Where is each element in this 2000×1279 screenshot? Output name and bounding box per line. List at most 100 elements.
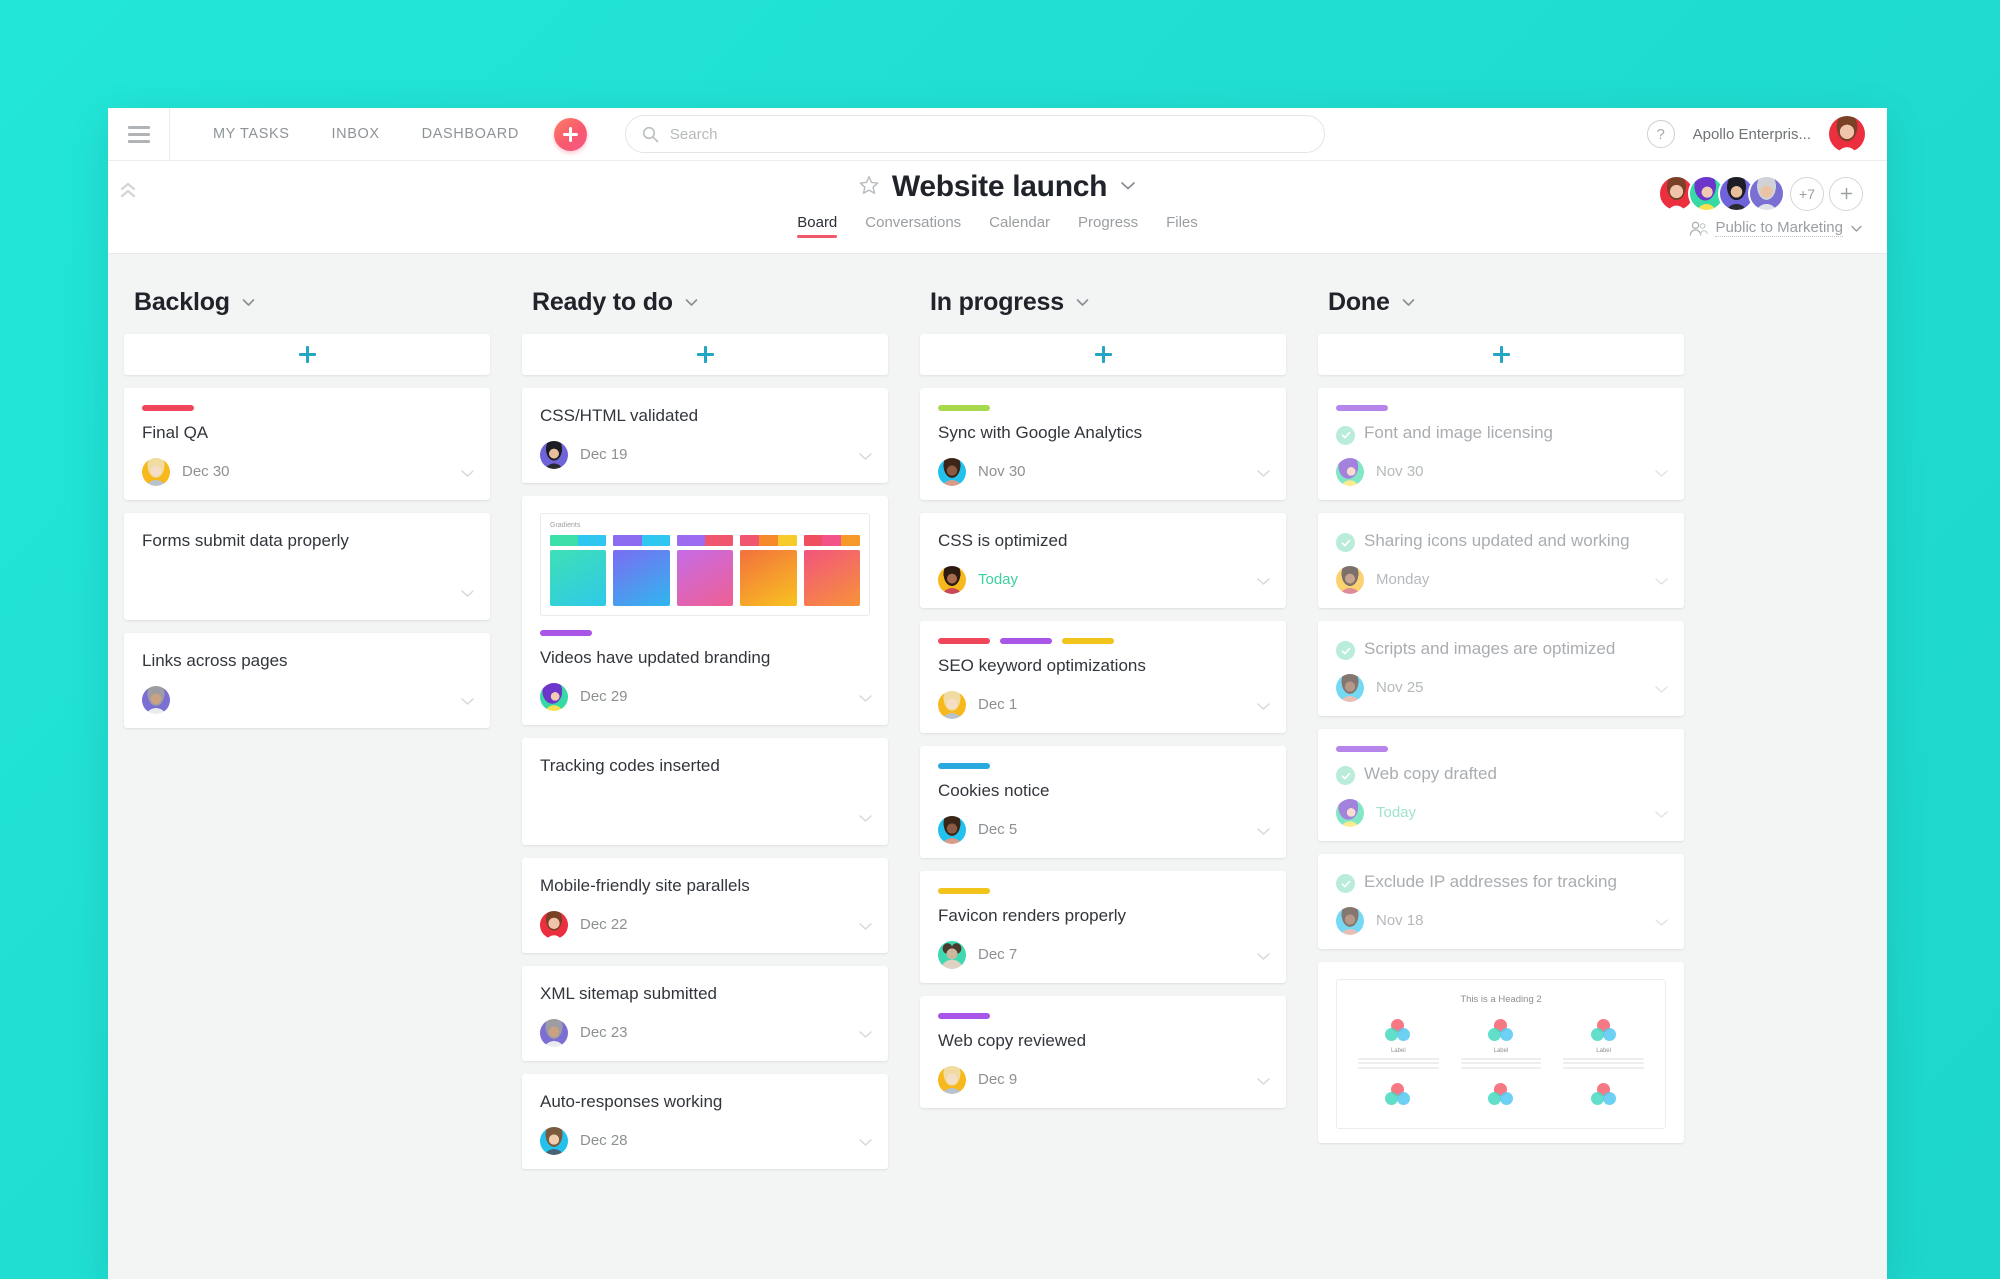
task-title: Favicon renders properly (938, 905, 1127, 925)
task-expand-chevron-down-icon[interactable] (858, 690, 873, 708)
help-button[interactable]: ? (1646, 120, 1675, 148)
task-card[interactable]: Sync with Google Analytics Nov 30 (920, 388, 1286, 500)
column-title: Done (1328, 288, 1390, 316)
task-expand-chevron-down-icon[interactable] (1256, 948, 1271, 966)
task-card[interactable]: CSS is optimized Today (920, 512, 1286, 608)
task-expand-chevron-down-icon[interactable] (1654, 681, 1669, 699)
task-card[interactable]: Sharing icons updated and working Monday (1318, 512, 1684, 608)
task-expand-chevron-down-icon[interactable] (1256, 573, 1271, 591)
task-footer: Dec 5 (938, 815, 1268, 844)
add-task-button[interactable] (1318, 334, 1684, 375)
task-card[interactable]: Links across pages (124, 632, 490, 728)
task-card[interactable]: XML sitemap submitted Dec 23 (522, 965, 888, 1061)
text-line (1460, 1057, 1542, 1060)
assignee-avatar[interactable] (938, 565, 966, 594)
task-expand-chevron-down-icon[interactable] (858, 448, 873, 466)
add-task-button[interactable] (920, 334, 1286, 375)
task-title: Tracking codes inserted (540, 755, 720, 775)
task-card[interactable]: Forms submit data properly (124, 512, 490, 620)
task-expand-chevron-down-icon[interactable] (1654, 465, 1669, 483)
tab-progress[interactable]: Progress (1078, 214, 1138, 238)
task-expand-chevron-down-icon[interactable] (1256, 698, 1271, 716)
column-menu-chevron-down-icon[interactable] (1401, 294, 1416, 312)
tab-conversations[interactable]: Conversations (865, 214, 961, 238)
chevron-down-icon (1851, 225, 1862, 232)
task-expand-chevron-down-icon[interactable] (858, 1026, 873, 1044)
task-tag (1336, 405, 1388, 411)
nav-item-inbox[interactable]: INBOX (311, 126, 401, 142)
column-menu-chevron-down-icon[interactable] (1075, 294, 1090, 312)
column-menu-chevron-down-icon[interactable] (684, 294, 699, 312)
task-card[interactable]: Cookies notice Dec 5 (920, 745, 1286, 858)
assignee-avatar[interactable] (540, 1018, 568, 1047)
assignee-avatar[interactable] (142, 685, 170, 714)
privacy-selector[interactable]: Public to Marketing (1689, 219, 1863, 237)
search-input[interactable] (669, 125, 1308, 143)
attachment-preview-document[interactable]: This is a Heading 2 Label Label Label (1336, 978, 1666, 1129)
nav-item-dashboard[interactable]: DASHBOARD (401, 126, 540, 142)
task-card[interactable]: Scripts and images are optimized Nov 25 (1318, 620, 1684, 716)
task-title: Font and image licensing (1336, 422, 1666, 445)
task-card[interactable]: Favicon renders properly Dec 7 (920, 870, 1286, 983)
task-card[interactable]: Auto-responses working Dec 28 (522, 1073, 888, 1169)
task-card[interactable]: Tracking codes inserted (522, 737, 888, 845)
search-bar[interactable] (624, 115, 1325, 153)
assignee-avatar[interactable] (540, 910, 568, 939)
tab-calendar[interactable]: Calendar (989, 214, 1050, 238)
task-card[interactable]: Web copy drafted Today (1318, 728, 1684, 841)
task-card[interactable]: Gradients Videos have updated branding D… (522, 495, 888, 725)
organization-name[interactable]: Apollo Enterpris... (1693, 126, 1811, 143)
task-card[interactable]: SEO keyword optimizations Dec 1 (920, 620, 1286, 733)
assignee-avatar[interactable] (938, 457, 966, 486)
text-line (1563, 1057, 1644, 1060)
member-avatar[interactable] (1748, 175, 1785, 212)
add-task-button[interactable] (124, 334, 490, 375)
task-card[interactable]: Web copy reviewed Dec 9 (920, 995, 1286, 1108)
assignee-avatar[interactable] (1336, 565, 1364, 594)
task-card[interactable]: This is a Heading 2 Label Label Label (1318, 961, 1684, 1143)
quick-add-button[interactable] (553, 117, 587, 151)
add-member-button[interactable] (1829, 176, 1863, 211)
assignee-avatar[interactable] (1336, 906, 1364, 935)
task-card[interactable]: Mobile-friendly site parallels Dec 22 (522, 857, 888, 953)
task-expand-chevron-down-icon[interactable] (858, 918, 873, 936)
nav-item-my-tasks[interactable]: MY TASKS (192, 126, 311, 142)
assignee-avatar[interactable] (938, 690, 966, 719)
user-avatar[interactable] (1829, 116, 1865, 152)
tab-files[interactable]: Files (1166, 214, 1198, 238)
assignee-avatar[interactable] (1336, 798, 1364, 827)
task-card[interactable]: Font and image licensing Nov 30 (1318, 388, 1684, 500)
task-expand-chevron-down-icon[interactable] (858, 810, 873, 828)
task-card[interactable]: CSS/HTML validated Dec 19 (522, 388, 888, 483)
task-expand-chevron-down-icon[interactable] (1256, 465, 1271, 483)
hamburger-menu-icon[interactable] (108, 108, 170, 161)
task-expand-chevron-down-icon[interactable] (1256, 823, 1271, 841)
task-expand-chevron-down-icon[interactable] (460, 585, 475, 603)
assignee-avatar[interactable] (142, 457, 170, 486)
task-expand-chevron-down-icon[interactable] (1654, 806, 1669, 824)
assignee-avatar[interactable] (938, 940, 966, 969)
assignee-avatar[interactable] (540, 440, 568, 469)
task-expand-chevron-down-icon[interactable] (460, 693, 475, 711)
task-expand-chevron-down-icon[interactable] (1654, 914, 1669, 932)
task-tags (938, 405, 1268, 411)
assignee-avatar[interactable] (1336, 673, 1364, 702)
assignee-avatar[interactable] (1336, 457, 1364, 486)
assignee-avatar[interactable] (938, 815, 966, 844)
project-menu-chevron-down-icon[interactable] (1119, 178, 1137, 196)
tab-board[interactable]: Board (797, 214, 838, 238)
column-menu-chevron-down-icon[interactable] (241, 294, 256, 312)
attachment-preview-gradients[interactable]: Gradients (540, 512, 870, 616)
task-card[interactable]: Final QA Dec 30 (124, 388, 490, 500)
member-overflow-count[interactable]: +7 (1790, 176, 1824, 211)
task-expand-chevron-down-icon[interactable] (1654, 573, 1669, 591)
favorite-star-icon[interactable] (858, 174, 880, 201)
task-card[interactable]: Exclude IP addresses for tracking Nov 18 (1318, 853, 1684, 949)
task-expand-chevron-down-icon[interactable] (460, 465, 475, 483)
assignee-avatar[interactable] (540, 682, 568, 711)
task-expand-chevron-down-icon[interactable] (858, 1134, 873, 1152)
add-task-button[interactable] (522, 334, 888, 375)
assignee-avatar[interactable] (938, 1065, 966, 1094)
assignee-avatar[interactable] (540, 1126, 568, 1155)
task-expand-chevron-down-icon[interactable] (1256, 1073, 1271, 1091)
